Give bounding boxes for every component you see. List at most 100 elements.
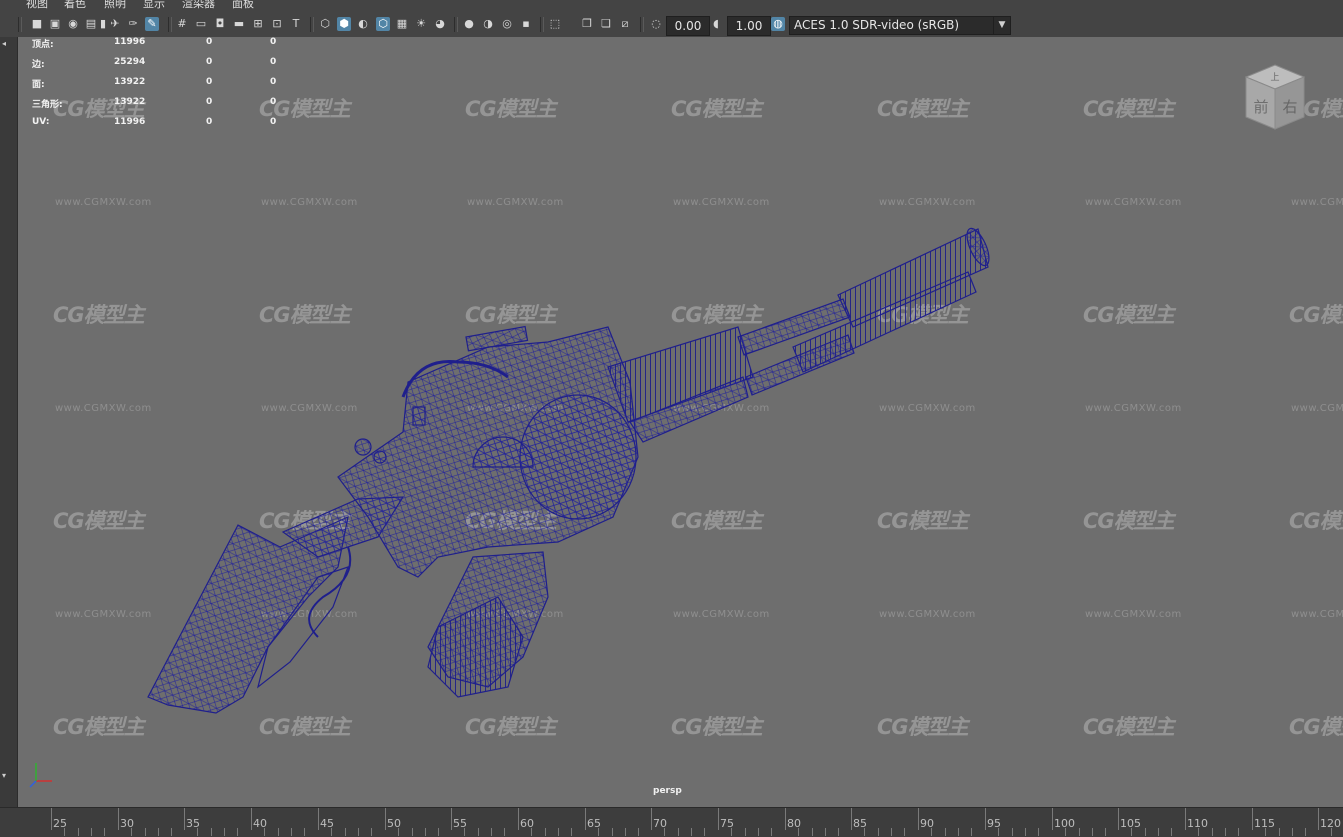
wireframe-on-shaded-icon[interactable]: ⬡ [376, 17, 390, 31]
ruler-minor-tick [504, 828, 505, 836]
gamma-input[interactable] [727, 16, 771, 36]
bookmark-camera-icon[interactable]: ◉ [66, 17, 80, 31]
ruler-minor-tick [1012, 828, 1013, 836]
color-space-dropdown[interactable]: ACES 1.0 SDR-video (sRGB) ▼ [789, 16, 1011, 35]
field-chart-icon[interactable]: ⊞ [251, 17, 265, 31]
hud-label: UV: [32, 117, 50, 127]
chevron-down-icon[interactable]: ▼ [993, 17, 1010, 34]
ruler-minor-tick [812, 828, 813, 836]
toolbar-separator [18, 17, 22, 32]
hud-triangles-value: 0 [270, 37, 277, 47]
ruler-minor-tick [798, 828, 799, 836]
ruler-minor-tick [638, 828, 639, 836]
hud-selected-value: 0 [206, 77, 213, 87]
hud-row: 边: 25294 0 0 [32, 57, 312, 71]
isolate-select-icon[interactable]: ⬚ [548, 17, 562, 31]
xray-active-components-icon[interactable]: ❏ [599, 17, 613, 31]
ruler-minor-tick [211, 828, 212, 836]
ruler-minor-tick [1038, 828, 1039, 836]
ruler-minor-tick [291, 828, 292, 836]
ruler-minor-tick [758, 828, 759, 836]
hud-total-value: 25294 [114, 57, 146, 67]
color-management-icon[interactable]: ◍ [771, 17, 785, 31]
gate-mask-icon[interactable]: ▬ [232, 17, 246, 31]
ruler-minor-tick [1105, 828, 1106, 836]
ruler-minor-tick [971, 828, 972, 836]
smooth-shade-icon[interactable]: ⬢ [337, 17, 351, 31]
exposure-icon[interactable]: ◌ [649, 17, 663, 31]
ruler-minor-tick [571, 828, 572, 836]
grid-icon[interactable]: # [175, 17, 189, 31]
ruler-minor-tick [1171, 828, 1172, 836]
menu-lighting[interactable]: 照明 [104, 0, 126, 9]
grease-pencil-toggle-icon[interactable]: ✑ [126, 17, 140, 31]
menu-view[interactable]: 视图 [26, 0, 48, 9]
xray-joints-icon[interactable]: ⧄ [618, 17, 632, 31]
hud-row: 面: 13922 0 0 [32, 77, 312, 91]
ruler-minor-tick [745, 828, 746, 836]
gun-wireframe-model[interactable] [18, 37, 1343, 807]
ruler-minor-tick [731, 828, 732, 836]
ruler-minor-tick [891, 828, 892, 836]
hud-row: UV: 11996 0 0 [32, 117, 312, 131]
ruler-minor-tick [237, 828, 238, 836]
resolution-gate-icon[interactable]: ◘ [213, 17, 227, 31]
ruler-minor-tick [1158, 828, 1159, 836]
ruler-minor-tick [878, 828, 879, 836]
3d-viewport[interactable]: CG模型主 CG模型主 CG模型主 CG模型主 www.CGMXW.com www.CGM… [18, 37, 1343, 807]
gamma-icon[interactable]: ◖ [709, 17, 723, 31]
depth-of-field-icon[interactable]: ▪ [519, 17, 533, 31]
textured-icon[interactable]: ▦ [395, 17, 409, 31]
ruler-major-tick [851, 808, 852, 830]
ruler-major-tick [718, 808, 719, 830]
camera-attributes-icon[interactable]: ▣ [48, 17, 62, 31]
ruler-minor-tick [358, 828, 359, 836]
ruler-major-tick [118, 808, 119, 830]
ruler-minor-tick [78, 828, 79, 836]
ruler-minor-tick [171, 828, 172, 836]
use-all-lights-icon[interactable]: ☀ [414, 17, 428, 31]
camera-icon[interactable]: ■ [30, 17, 44, 31]
expand-arrow-icon[interactable]: ◂ [2, 40, 8, 48]
ruler-major-tick [785, 808, 786, 830]
viewcube[interactable]: 上 前 右 [1242, 61, 1308, 133]
ruler-minor-tick [464, 828, 465, 836]
shadows-icon[interactable]: ◕ [433, 17, 447, 31]
xray-icon[interactable]: ❐ [580, 17, 594, 31]
ruler-minor-tick [678, 828, 679, 836]
default-material-icon[interactable]: ◐ [356, 17, 370, 31]
toolbar-separator [168, 17, 172, 32]
menu-renderer[interactable]: 渲染器 [182, 0, 215, 9]
menu-panels[interactable]: 面板 [232, 0, 254, 9]
2d-pan-zoom-icon[interactable]: ✈ [108, 17, 122, 31]
motion-blur-icon[interactable]: ◑ [481, 17, 495, 31]
ruler-minor-tick [64, 828, 65, 836]
ruler-minor-tick [1305, 828, 1306, 836]
ruler-minor-tick [1279, 828, 1280, 836]
sight-mesh [412, 406, 426, 426]
ruler-minor-tick [1065, 828, 1066, 836]
screen-space-ao-icon[interactable]: ● [462, 17, 476, 31]
wireframe-shading-icon[interactable]: ⬡ [318, 17, 332, 31]
time-slider-ruler[interactable]: 25 30 35 40 45 50 55 60 65 70 75 80 85 90 95 100 105 110 1… [0, 807, 1343, 837]
menu-shading[interactable]: 着色 [64, 0, 86, 9]
anti-aliasing-icon[interactable]: ◎ [500, 17, 514, 31]
ruler-major-tick [451, 808, 452, 830]
exposure-input[interactable] [666, 16, 710, 36]
ruler-minor-tick [304, 828, 305, 836]
ruler-minor-tick [558, 828, 559, 836]
grease-pencil-icon[interactable]: ✎ [145, 17, 159, 31]
menu-show[interactable]: 显示 [143, 0, 165, 9]
camera-name-label: persp [653, 786, 682, 796]
film-gate-icon[interactable]: ▭ [194, 17, 208, 31]
panel-toolbar: ■ ▣ ◉ ▤ ▮ ✈ ✑ ✎ # ▭ ◘ ▬ ⊞ ⊡ T ⬡ ⬢ ◐ ⬡ ▦ … [0, 12, 1343, 38]
collapse-arrow-icon[interactable]: ▾ [2, 772, 8, 780]
ruler-minor-tick [1212, 828, 1213, 836]
viewcube-right-label: 右 [1282, 98, 1297, 116]
safe-action-icon[interactable]: ⊡ [270, 17, 284, 31]
ruler-minor-tick [278, 828, 279, 836]
hud-label: 边: [32, 60, 45, 70]
safe-title-icon[interactable]: T [289, 17, 303, 31]
ruler-minor-tick [958, 828, 959, 836]
ruler-minor-tick [331, 828, 332, 836]
